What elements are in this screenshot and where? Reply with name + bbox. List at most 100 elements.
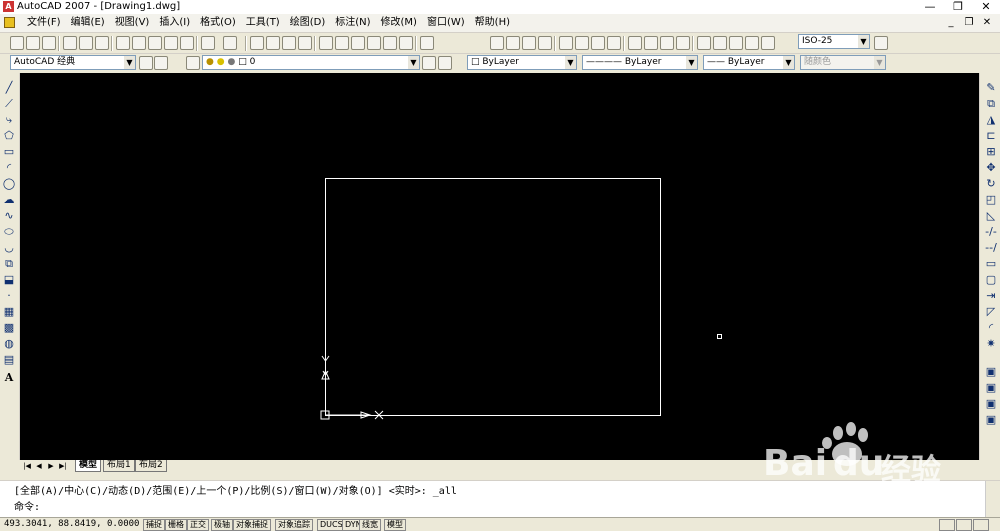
- command-prompt[interactable]: 命令:: [14, 501, 40, 514]
- dim-style-manager-icon[interactable]: [874, 36, 888, 50]
- arc-icon[interactable]: ◜: [2, 161, 16, 175]
- doc-close-button[interactable]: ✕: [979, 15, 995, 30]
- restore-button[interactable]: ❐: [944, 0, 972, 14]
- menu-item[interactable]: 文件(F): [22, 16, 66, 30]
- bring-above-icon[interactable]: ▣: [984, 397, 998, 411]
- markup-icon[interactable]: [383, 36, 397, 50]
- drawing-canvas[interactable]: [20, 73, 979, 460]
- next-tab-icon[interactable]: ▶: [46, 461, 56, 471]
- redo-icon[interactable]: [223, 36, 237, 50]
- draw-order-back-icon[interactable]: ▣: [984, 381, 998, 395]
- zoom-previous-icon[interactable]: [298, 36, 312, 50]
- quick-dim-icon[interactable]: [628, 36, 642, 50]
- tolerance-icon[interactable]: [697, 36, 711, 50]
- rectangle-icon[interactable]: ▭: [2, 145, 16, 159]
- menu-item[interactable]: 帮助(H): [470, 16, 515, 30]
- radius-dim-icon[interactable]: [559, 36, 573, 50]
- status-toggle[interactable]: 栅格: [165, 519, 187, 531]
- revision-cloud-icon[interactable]: ☁: [2, 193, 16, 207]
- status-toggle[interactable]: 捕捉: [143, 519, 165, 531]
- gradient-icon[interactable]: ▩: [2, 321, 16, 335]
- open-icon[interactable]: [26, 36, 40, 50]
- trim-icon[interactable]: -/-: [984, 225, 998, 239]
- save-icon[interactable]: [42, 36, 56, 50]
- tab-layout1[interactable]: 布局1: [103, 460, 135, 472]
- baseline-dim-icon[interactable]: [644, 36, 658, 50]
- arc-length-dim-icon[interactable]: [522, 36, 536, 50]
- stretch-icon[interactable]: ◺: [984, 209, 998, 223]
- insert-block-icon[interactable]: ⧉: [2, 257, 16, 271]
- menu-item[interactable]: 视图(V): [110, 16, 155, 30]
- publish-icon[interactable]: [95, 36, 109, 50]
- copy-icon[interactable]: ⧉: [984, 97, 998, 111]
- diameter-dim-icon[interactable]: [591, 36, 605, 50]
- table-icon[interactable]: ▤: [2, 353, 16, 367]
- drawn-rectangle[interactable]: [325, 178, 661, 416]
- status-toggle[interactable]: 对象捕捉: [233, 519, 271, 531]
- menu-item[interactable]: 窗口(W): [422, 16, 470, 30]
- status-toggle[interactable]: 模型: [384, 519, 406, 531]
- status-toggle[interactable]: 对象追踪: [275, 519, 313, 531]
- layer-combo[interactable]: ● ● ● □ 0 ▼: [202, 55, 420, 70]
- dim-update-icon[interactable]: [761, 36, 775, 50]
- line-icon[interactable]: ╱: [2, 81, 16, 95]
- linetype-combo[interactable]: ———— ByLayer ▼: [582, 55, 698, 70]
- move-icon[interactable]: ✥: [984, 161, 998, 175]
- status-tray-icon[interactable]: [973, 519, 989, 531]
- zoom-window-icon[interactable]: [282, 36, 296, 50]
- scale-icon[interactable]: ◰: [984, 193, 998, 207]
- chamfer-icon[interactable]: ◸: [984, 305, 998, 319]
- rotate-icon[interactable]: ↻: [984, 177, 998, 191]
- break-icon[interactable]: ▢: [984, 273, 998, 287]
- plot-preview-icon[interactable]: [79, 36, 93, 50]
- region-icon[interactable]: ◍: [2, 337, 16, 351]
- document-icon[interactable]: [4, 17, 15, 28]
- status-toggle[interactable]: 正交: [187, 519, 209, 531]
- ellipse-icon[interactable]: ⬭: [2, 225, 16, 239]
- make-block-icon[interactable]: ⬓: [2, 273, 16, 287]
- layer-manager-icon[interactable]: [186, 56, 200, 70]
- menu-item[interactable]: 修改(M): [376, 16, 422, 30]
- break-at-point-icon[interactable]: ▭: [984, 257, 998, 271]
- extend-icon[interactable]: --/: [984, 241, 998, 255]
- coordinate-readout[interactable]: 493.3041, 88.8419, 0.0000: [4, 518, 139, 530]
- sheet-set-icon[interactable]: [367, 36, 381, 50]
- hatch-icon[interactable]: ▦: [2, 305, 16, 319]
- zoom-realtime-icon[interactable]: [266, 36, 280, 50]
- menu-item[interactable]: 编辑(E): [66, 16, 110, 30]
- layer-previous-icon[interactable]: [438, 56, 452, 70]
- join-icon[interactable]: ⇥: [984, 289, 998, 303]
- workspace-combo[interactable]: AutoCAD 经典 ▼: [10, 55, 136, 70]
- workspace-save-icon[interactable]: [154, 56, 168, 70]
- ellipse-arc-icon[interactable]: ◡: [2, 241, 16, 255]
- menu-item[interactable]: 工具(T): [241, 16, 285, 30]
- tool-palettes-icon[interactable]: [351, 36, 365, 50]
- first-tab-icon[interactable]: |◀: [22, 461, 32, 471]
- continue-dim-icon[interactable]: [660, 36, 674, 50]
- pan-icon[interactable]: [250, 36, 264, 50]
- quick-leader-icon[interactable]: [676, 36, 690, 50]
- plot-style-combo[interactable]: 随颜色 ▼: [800, 55, 886, 70]
- menu-item[interactable]: 标注(N): [330, 16, 375, 30]
- linear-dim-icon[interactable]: [490, 36, 504, 50]
- dim-text-edit-icon[interactable]: [745, 36, 759, 50]
- send-under-icon[interactable]: ▣: [984, 413, 998, 427]
- command-scrollbar[interactable]: [985, 481, 1000, 517]
- quickcalc-icon[interactable]: [399, 36, 413, 50]
- mirror-icon[interactable]: ◮: [984, 113, 998, 127]
- workspace-settings-icon[interactable]: [139, 56, 153, 70]
- minimize-button[interactable]: —: [916, 0, 944, 14]
- ordinate-dim-icon[interactable]: [538, 36, 552, 50]
- doc-restore-button[interactable]: ❐: [961, 15, 977, 30]
- block-editor-icon[interactable]: [180, 36, 194, 50]
- match-properties-icon[interactable]: [164, 36, 178, 50]
- copy-icon[interactable]: [132, 36, 146, 50]
- help-icon[interactable]: [420, 36, 434, 50]
- angular-dim-icon[interactable]: [607, 36, 621, 50]
- center-mark-icon[interactable]: [713, 36, 727, 50]
- doc-minimize-button[interactable]: _: [943, 15, 959, 30]
- dim-edit-icon[interactable]: [729, 36, 743, 50]
- color-combo[interactable]: □ ByLayer ▼: [467, 55, 577, 70]
- tab-model[interactable]: 模型: [75, 460, 102, 472]
- fillet-icon[interactable]: ◜: [984, 321, 998, 335]
